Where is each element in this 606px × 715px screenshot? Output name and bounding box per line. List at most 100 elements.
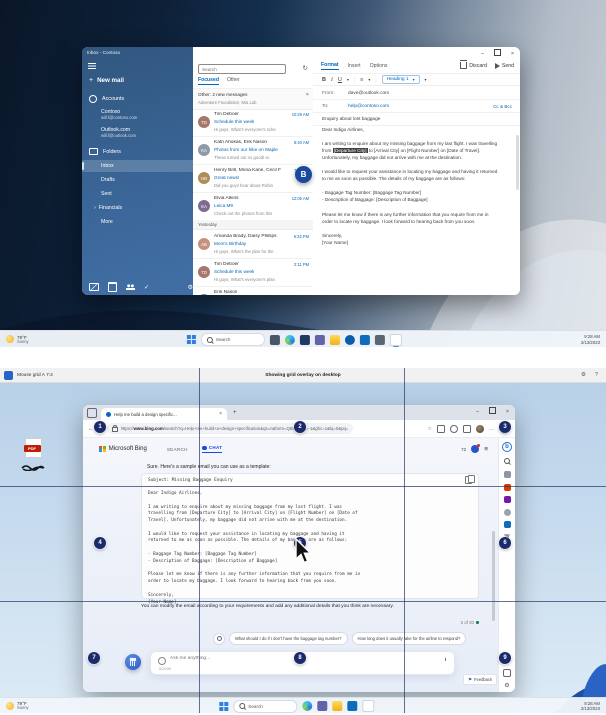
shield-extension-icon[interactable]	[471, 445, 479, 453]
scrollbar[interactable]	[492, 531, 495, 621]
profile-avatar[interactable]	[476, 425, 484, 433]
tab-format[interactable]: Format	[321, 62, 339, 70]
sync-icon[interactable]: ↻	[303, 64, 308, 74]
calendar-icon[interactable]	[108, 282, 117, 292]
games-icon[interactable]	[504, 509, 511, 516]
bold-button[interactable]: B	[322, 77, 326, 83]
from-row[interactable]: From: dave@outlook.com	[313, 87, 520, 100]
message-row[interactable]: TD Tim Deboer Schedule this week Hi guys…	[193, 258, 313, 287]
tab-close-icon[interactable]: ×	[219, 411, 222, 417]
start-button[interactable]	[187, 335, 196, 344]
weather-widget[interactable]: 79°FSunny	[6, 701, 29, 711]
minimize-button[interactable]: –	[470, 409, 485, 415]
back-icon[interactable]: ←	[88, 426, 94, 432]
rewards-counter[interactable]: 72	[461, 447, 466, 452]
list-format-button[interactable]: ≡	[360, 77, 363, 83]
sidebar-search-icon[interactable]	[504, 458, 510, 466]
more-icon[interactable]: …	[489, 426, 494, 432]
lightbulb-icon[interactable]	[213, 633, 225, 645]
favorites-star-icon[interactable]: ☆	[428, 426, 432, 432]
copy-icon[interactable]	[465, 476, 472, 484]
new-mail-button[interactable]: + New mail	[82, 74, 200, 86]
grid-cell-7[interactable]: 7	[88, 652, 100, 664]
minimize-button[interactable]: –	[475, 51, 490, 57]
floating-voice-badge[interactable]: B	[295, 166, 312, 183]
tab-options[interactable]: Options	[370, 63, 388, 69]
browser-window-icon[interactable]	[362, 700, 374, 712]
suggestion-chip[interactable]: What should I do if I don't have the bag…	[229, 632, 348, 645]
teams-icon[interactable]	[315, 335, 325, 345]
folders-header[interactable]: Folders	[82, 146, 200, 157]
tab-actions-icon[interactable]	[87, 408, 97, 418]
new-tab-button[interactable]: +	[233, 410, 237, 416]
style-picker[interactable]: Heading 1▾	[382, 75, 420, 84]
grid-cell-9[interactable]: 9	[499, 652, 511, 664]
extensions-icon[interactable]	[463, 425, 471, 433]
tab-insert[interactable]: Insert	[348, 63, 361, 69]
tab-other[interactable]: Other	[227, 77, 240, 85]
browser-tab[interactable]: Help me build a design specific... ×	[101, 408, 227, 420]
todo-check-icon[interactable]: ✓	[144, 284, 149, 291]
edge-icon[interactable]	[302, 701, 312, 711]
copilot-sidebar-icon[interactable]: b	[502, 442, 512, 452]
start-button[interactable]	[219, 702, 228, 711]
file-explorer-icon[interactable]	[332, 701, 342, 711]
discard-button[interactable]: Discard	[460, 62, 487, 69]
send-button[interactable]: Send	[495, 63, 514, 69]
suggestion-chip[interactable]: How long does it usually take for the ai…	[352, 632, 467, 645]
search-input[interactable]	[198, 64, 286, 74]
italic-button[interactable]: I	[331, 77, 333, 83]
taskbar-search[interactable]: Search	[201, 333, 265, 346]
teams-icon[interactable]	[317, 701, 327, 711]
message-row[interactable]: EN Erik Nason	[193, 286, 313, 295]
microphone-icon[interactable]	[443, 658, 448, 667]
file-explorer-icon[interactable]	[330, 335, 340, 345]
underline-button[interactable]: U	[338, 77, 342, 83]
chevron-down-icon[interactable]: ▾	[425, 77, 427, 82]
tab-chat[interactable]: CHAT	[202, 445, 223, 453]
subject-row[interactable]: Enquiry about lost baggage	[313, 113, 520, 126]
message-row[interactable]: AB Amanda Brady, Daisy Phillips Mom's Bi…	[193, 230, 313, 259]
mail-icon[interactable]	[89, 283, 99, 291]
split-screen-icon[interactable]	[437, 425, 445, 433]
url-field[interactable]: https://www.bing.com/search?q=Help+me+bu…	[107, 423, 353, 434]
grid-cell-3[interactable]: 3	[499, 421, 511, 433]
microsoft365-icon[interactable]	[504, 484, 511, 491]
taskbar-clock[interactable]: 9:28 AM2/13/2023	[581, 701, 600, 712]
message-row[interactable]: EA Elvia Atkins Leica M9 Check out the p…	[193, 192, 313, 221]
taskbar-clock[interactable]: 9:28 AM2/13/2023	[581, 334, 600, 345]
chevron-down-icon[interactable]: ▾	[368, 77, 370, 82]
people-icon[interactable]	[504, 496, 511, 503]
desk-icon[interactable]	[270, 335, 280, 345]
camera-icon[interactable]	[504, 521, 511, 528]
folder-dark-icon[interactable]	[300, 335, 310, 345]
help-icon[interactable]: ?	[595, 372, 598, 378]
store-icon[interactable]	[360, 335, 370, 345]
scrollbar[interactable]	[516, 135, 519, 190]
emoji-icon[interactable]	[158, 657, 166, 665]
maximize-button[interactable]	[485, 407, 500, 416]
settings-icon[interactable]	[375, 335, 385, 345]
close-button[interactable]: ×	[505, 51, 520, 57]
settings-gear-icon[interactable]: ⚙	[504, 682, 509, 689]
pdf-desktop-icon[interactable]: PDF	[20, 438, 46, 476]
phone-icon[interactable]	[503, 669, 511, 677]
email-body[interactable]: Dear Indigo Airlines, I am writing to en…	[322, 126, 514, 246]
grid-cell-2[interactable]: 2	[294, 421, 306, 433]
grid-cell-6[interactable]: 6	[499, 537, 511, 549]
settings-gear-icon[interactable]: ⚙	[581, 372, 586, 378]
message-row[interactable]: KA Katri Ahokas, Erik Nason Photos from …	[193, 136, 313, 165]
chevron-down-icon[interactable]: ▾	[347, 77, 349, 82]
clock-icon[interactable]	[345, 335, 355, 345]
message-row[interactable]: TD Tim Deboer Schedule this week Hi guys…	[193, 108, 313, 137]
new-topic-button[interactable]	[125, 654, 141, 670]
grid-cell-1[interactable]: 1	[94, 421, 106, 433]
taskbar-search[interactable]: Search	[233, 700, 297, 713]
accounts-header[interactable]: Accounts	[82, 93, 200, 104]
maximize-button[interactable]	[490, 49, 505, 58]
tab-focused[interactable]: Focused	[198, 77, 219, 85]
feedback-button[interactable]: ⚑ Feedback	[463, 674, 497, 685]
browser-essentials-icon[interactable]	[450, 425, 458, 433]
other-messages-banner[interactable]: Other: 2 new messages Adventure Foundati…	[193, 88, 313, 110]
shopping-icon[interactable]	[504, 471, 511, 478]
